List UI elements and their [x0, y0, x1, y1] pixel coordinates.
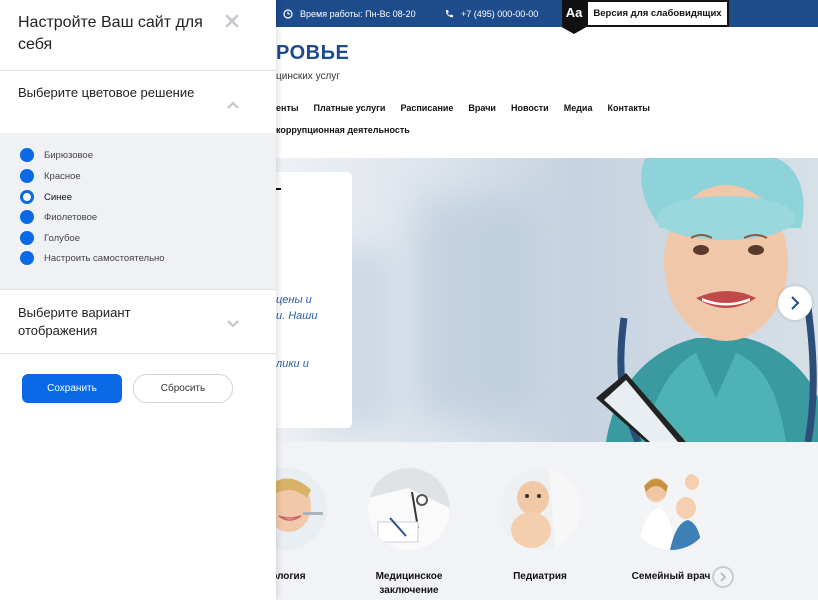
color-options: Бирюзовое Красное Синее Фиолетовое Голуб…	[0, 133, 276, 289]
secondary-nav: коррупционная деятельность	[276, 125, 425, 139]
color-option-purple[interactable]: Фиолетовое	[20, 209, 97, 225]
nav-item-doctors[interactable]: Врачи	[468, 103, 496, 117]
display-section-toggle[interactable]	[226, 316, 240, 328]
color-option-custom[interactable]: Настроить самостоятельно	[20, 250, 165, 266]
color-option-label: Красное	[44, 170, 81, 182]
color-section-title[interactable]: Выберите цветовое решение	[18, 84, 208, 102]
clock-icon	[283, 8, 293, 19]
nav-item-paid-services[interactable]: Платные услуги	[314, 103, 386, 117]
display-section-title[interactable]: Выберите вариант отображения	[18, 304, 208, 340]
working-hours: Время работы: Пн-Вс 08-20	[283, 0, 416, 27]
hero-next-button[interactable]	[778, 286, 812, 320]
reset-button[interactable]: Сбросить	[133, 374, 233, 403]
radio-icon	[20, 210, 34, 224]
phone-text[interactable]: +7 (495) 000-00-00	[461, 9, 538, 19]
nav-item-anticorruption[interactable]: коррупционная деятельность	[276, 125, 410, 139]
service-item[interactable]: Медицинское заключение	[359, 468, 459, 598]
color-option-light-blue[interactable]: Голубое	[20, 230, 80, 246]
service-item[interactable]: Педиатрия	[490, 468, 590, 584]
service-family-doctor-image	[630, 468, 712, 550]
close-icon	[225, 14, 239, 28]
chevron-down-icon	[227, 320, 239, 328]
color-option-turquoise[interactable]: Бирюзовое	[20, 147, 93, 163]
site-settings-panel: Настройте Ваш сайт для себя Выберите цве…	[0, 0, 276, 600]
radio-icon	[20, 231, 34, 245]
color-option-label: Бирюзовое	[44, 149, 93, 161]
nav-item-schedule[interactable]: Расписание	[400, 103, 453, 117]
phone[interactable]: +7 (495) 000-00-00	[444, 0, 538, 27]
font-size-icon[interactable]: Aa	[562, 0, 586, 34]
chevron-right-icon	[720, 572, 727, 582]
services-carousel: тология Медицинское заключение Педиатрия…	[245, 442, 818, 600]
divider	[0, 70, 276, 71]
site-logo-title[interactable]: РОВЬЕ	[276, 42, 349, 65]
divider	[0, 289, 276, 290]
radio-icon	[20, 251, 34, 265]
divider	[0, 353, 276, 354]
service-medical-report-image	[368, 468, 450, 550]
low-vision-version-button[interactable]: Версия для слабовидящих	[586, 0, 729, 27]
nav-item[interactable]: енты	[276, 103, 299, 117]
chevron-up-icon	[227, 101, 239, 109]
radio-selected-icon	[20, 190, 34, 204]
color-option-label: Настроить самостоятельно	[44, 252, 165, 264]
nav-item-media[interactable]: Медиа	[564, 103, 593, 117]
hero-text-line: и. Наши	[276, 310, 318, 322]
site-logo-subtitle: цинских услуг	[276, 71, 340, 82]
working-hours-text: Время работы: Пн-Вс 08-20	[300, 8, 416, 19]
radio-icon	[20, 148, 34, 162]
nav-item-contacts[interactable]: Контакты	[607, 103, 649, 117]
services-next-button[interactable]	[712, 566, 734, 588]
phone-icon	[445, 9, 453, 17]
hero-slider: цены и и. Наши лики и	[276, 158, 818, 442]
color-option-label: Синее	[44, 191, 72, 203]
hero-text-card: цены и и. Наши лики и	[276, 172, 352, 428]
service-pediatrics-image	[499, 468, 581, 550]
hero-text-line: лики и	[276, 358, 309, 370]
service-label: Семейный врач	[631, 571, 711, 582]
close-button[interactable]	[225, 14, 243, 32]
color-option-red[interactable]: Красное	[20, 168, 81, 184]
service-label: Педиатрия	[513, 571, 567, 582]
radio-icon	[20, 169, 34, 183]
panel-title: Настройте Ваш сайт для себя	[18, 14, 203, 53]
color-section-toggle[interactable]	[226, 97, 240, 109]
service-item[interactable]: Семейный врач	[621, 468, 721, 584]
service-label: Медицинское заключение	[375, 571, 443, 596]
hero-text-line: цены и	[276, 294, 312, 306]
color-option-label: Фиолетовое	[44, 211, 98, 223]
main-nav: енты Платные услуги Расписание Врачи Нов…	[276, 103, 665, 117]
nav-item-news[interactable]: Новости	[511, 103, 549, 117]
color-option-blue[interactable]: Синее	[20, 189, 72, 205]
color-option-label: Голубое	[44, 232, 80, 244]
chevron-right-icon	[791, 296, 800, 310]
save-button[interactable]: Сохранить	[22, 374, 122, 403]
